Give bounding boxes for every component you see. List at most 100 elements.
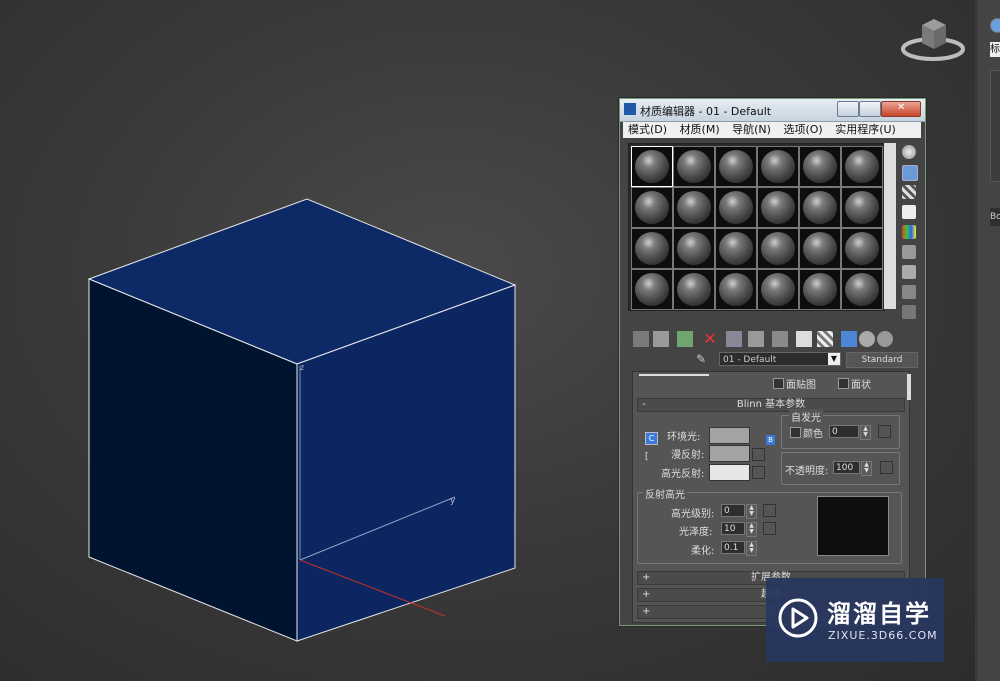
sample-slot[interactable] [631,187,673,228]
make-preview-icon[interactable] [902,245,916,259]
sample-slot[interactable] [799,187,841,228]
menu-material[interactable]: 材质(M) [680,122,720,138]
material-type-button[interactable]: Standard [846,352,918,368]
close-icon: ✕ [897,102,906,113]
self-illum-value[interactable]: 0 [829,425,859,438]
ambient-swatch[interactable] [709,427,750,444]
sample-slot[interactable] [631,146,673,187]
sample-type-icon[interactable] [902,145,916,159]
glossiness-label: 光泽度: [679,527,713,538]
opacity-spinner[interactable]: ▲ ▼ [861,461,872,476]
glossiness-spinner[interactable]: ▲ ▼ [746,522,757,537]
viewcube-icon[interactable] [900,15,970,65]
sample-slot[interactable] [799,228,841,269]
panel-label-2[interactable]: Bo [990,208,1000,226]
opacity-label: 不透明度: [785,466,829,477]
backlight-icon[interactable] [902,165,918,181]
copy-material-icon[interactable] [726,331,742,347]
put-to-library-icon[interactable] [772,331,788,347]
sample-slot[interactable] [841,228,883,269]
sample-slot[interactable] [841,187,883,228]
sample-slot[interactable] [841,269,883,310]
sample-slot[interactable] [799,146,841,187]
diffuse-label: 漫反射: [671,450,705,461]
menu-options[interactable]: 选项(O) [783,122,822,138]
eyedropper-icon[interactable]: ✎ [696,352,710,366]
sample-slot[interactable] [715,187,757,228]
uv-tiling-icon[interactable] [902,205,916,219]
sample-slot[interactable] [715,269,757,310]
sample-slot[interactable] [673,187,715,228]
close-button[interactable]: ✕ [881,101,921,117]
show-end-result-icon[interactable] [841,331,857,347]
self-illum-color-checkbox[interactable] [790,427,801,438]
faceted-checkbox[interactable] [838,378,849,389]
diffuse-map-button[interactable] [752,448,765,461]
specular-level-spinner[interactable]: ▲ ▼ [746,504,757,519]
face-map-checkbox[interactable] [773,378,784,389]
title-bar[interactable]: 材质编辑器 - 01 - Default ✕ [620,99,925,122]
sample-slot[interactable] [841,146,883,187]
assign-to-selection-icon[interactable] [677,331,693,347]
diffuse-swatch[interactable] [709,445,750,462]
self-illum-map-button[interactable] [878,425,891,438]
sample-slot[interactable] [631,269,673,310]
background-icon[interactable] [902,185,916,199]
sample-slot[interactable] [715,228,757,269]
panel-list[interactable] [990,70,1000,182]
go-to-parent-icon[interactable] [859,331,875,347]
map-lock-button[interactable]: B [766,435,775,445]
sample-slot[interactable] [757,269,799,310]
lock-diffuse-specular-button[interactable]: [ [645,452,656,463]
partial-rollup-edge [639,374,709,376]
menu-utilities[interactable]: 实用程序(U) [835,122,896,138]
chevron-down-icon[interactable]: ▼ [828,353,840,365]
glossiness-value[interactable]: 10 [721,522,745,535]
highlight-curve-preview [817,496,889,556]
sample-slot[interactable] [757,146,799,187]
material-editor-window: 材质编辑器 - 01 - Default ✕ 模式(D) 材质(M) 导航(N)… [619,98,926,626]
blinn-rollup-header[interactable]: - Blinn 基本参数 [637,398,905,412]
self-illum-spinner[interactable]: ▲ ▼ [860,425,871,440]
sample-slot[interactable] [631,228,673,269]
specular-swatch[interactable] [709,464,750,481]
material-id-channel-icon[interactable] [796,331,812,347]
menu-mode[interactable]: 模式(D) [628,122,667,138]
params-scrollbar[interactable] [907,374,911,400]
minimize-button[interactable] [837,101,859,117]
sample-slot[interactable] [673,228,715,269]
reset-map-icon[interactable]: ✕ [702,331,718,347]
glossiness-map-button[interactable] [763,522,776,535]
sample-slot[interactable] [715,146,757,187]
soften-value[interactable]: 0.1 [721,541,745,554]
sample-slot[interactable] [799,269,841,310]
options-icon[interactable] [902,265,916,279]
opacity-map-button[interactable] [880,461,893,474]
video-color-check-icon[interactable] [902,225,916,239]
opacity-value[interactable]: 100 [833,461,860,474]
specular-level-map-button[interactable] [763,504,776,517]
menu-navigation[interactable]: 导航(N) [732,122,771,138]
material-map-navigator-icon[interactable] [902,305,916,319]
material-name-field[interactable]: 01 - Default [719,352,841,366]
slots-scrollbar[interactable] [884,143,896,309]
make-unique-icon[interactable] [748,331,764,347]
sample-slot[interactable] [757,228,799,269]
go-forward-sibling-icon[interactable] [877,331,893,347]
sample-slot[interactable] [757,187,799,228]
show-map-icon[interactable] [817,331,833,347]
specular-map-button[interactable] [752,466,765,479]
get-material-icon[interactable] [633,331,649,347]
menu-bar: 模式(D) 材质(M) 导航(N) 选项(O) 实用程序(U) [623,122,921,138]
search-icon[interactable] [990,18,1000,33]
sample-slot[interactable] [673,269,715,310]
specular-level-value[interactable]: 0 [721,504,745,517]
lock-ambient-diffuse-button[interactable]: C [645,432,658,445]
sample-slot[interactable] [673,146,715,187]
put-to-scene-icon[interactable] [653,331,669,347]
watermark: 溜溜自学 ZIXUE.3D66.COM [766,578,944,662]
soften-spinner[interactable]: ▲ ▼ [746,541,757,556]
maximize-button[interactable] [859,101,881,117]
panel-label-1: 标 [990,42,1000,57]
select-by-material-icon[interactable] [902,285,916,299]
